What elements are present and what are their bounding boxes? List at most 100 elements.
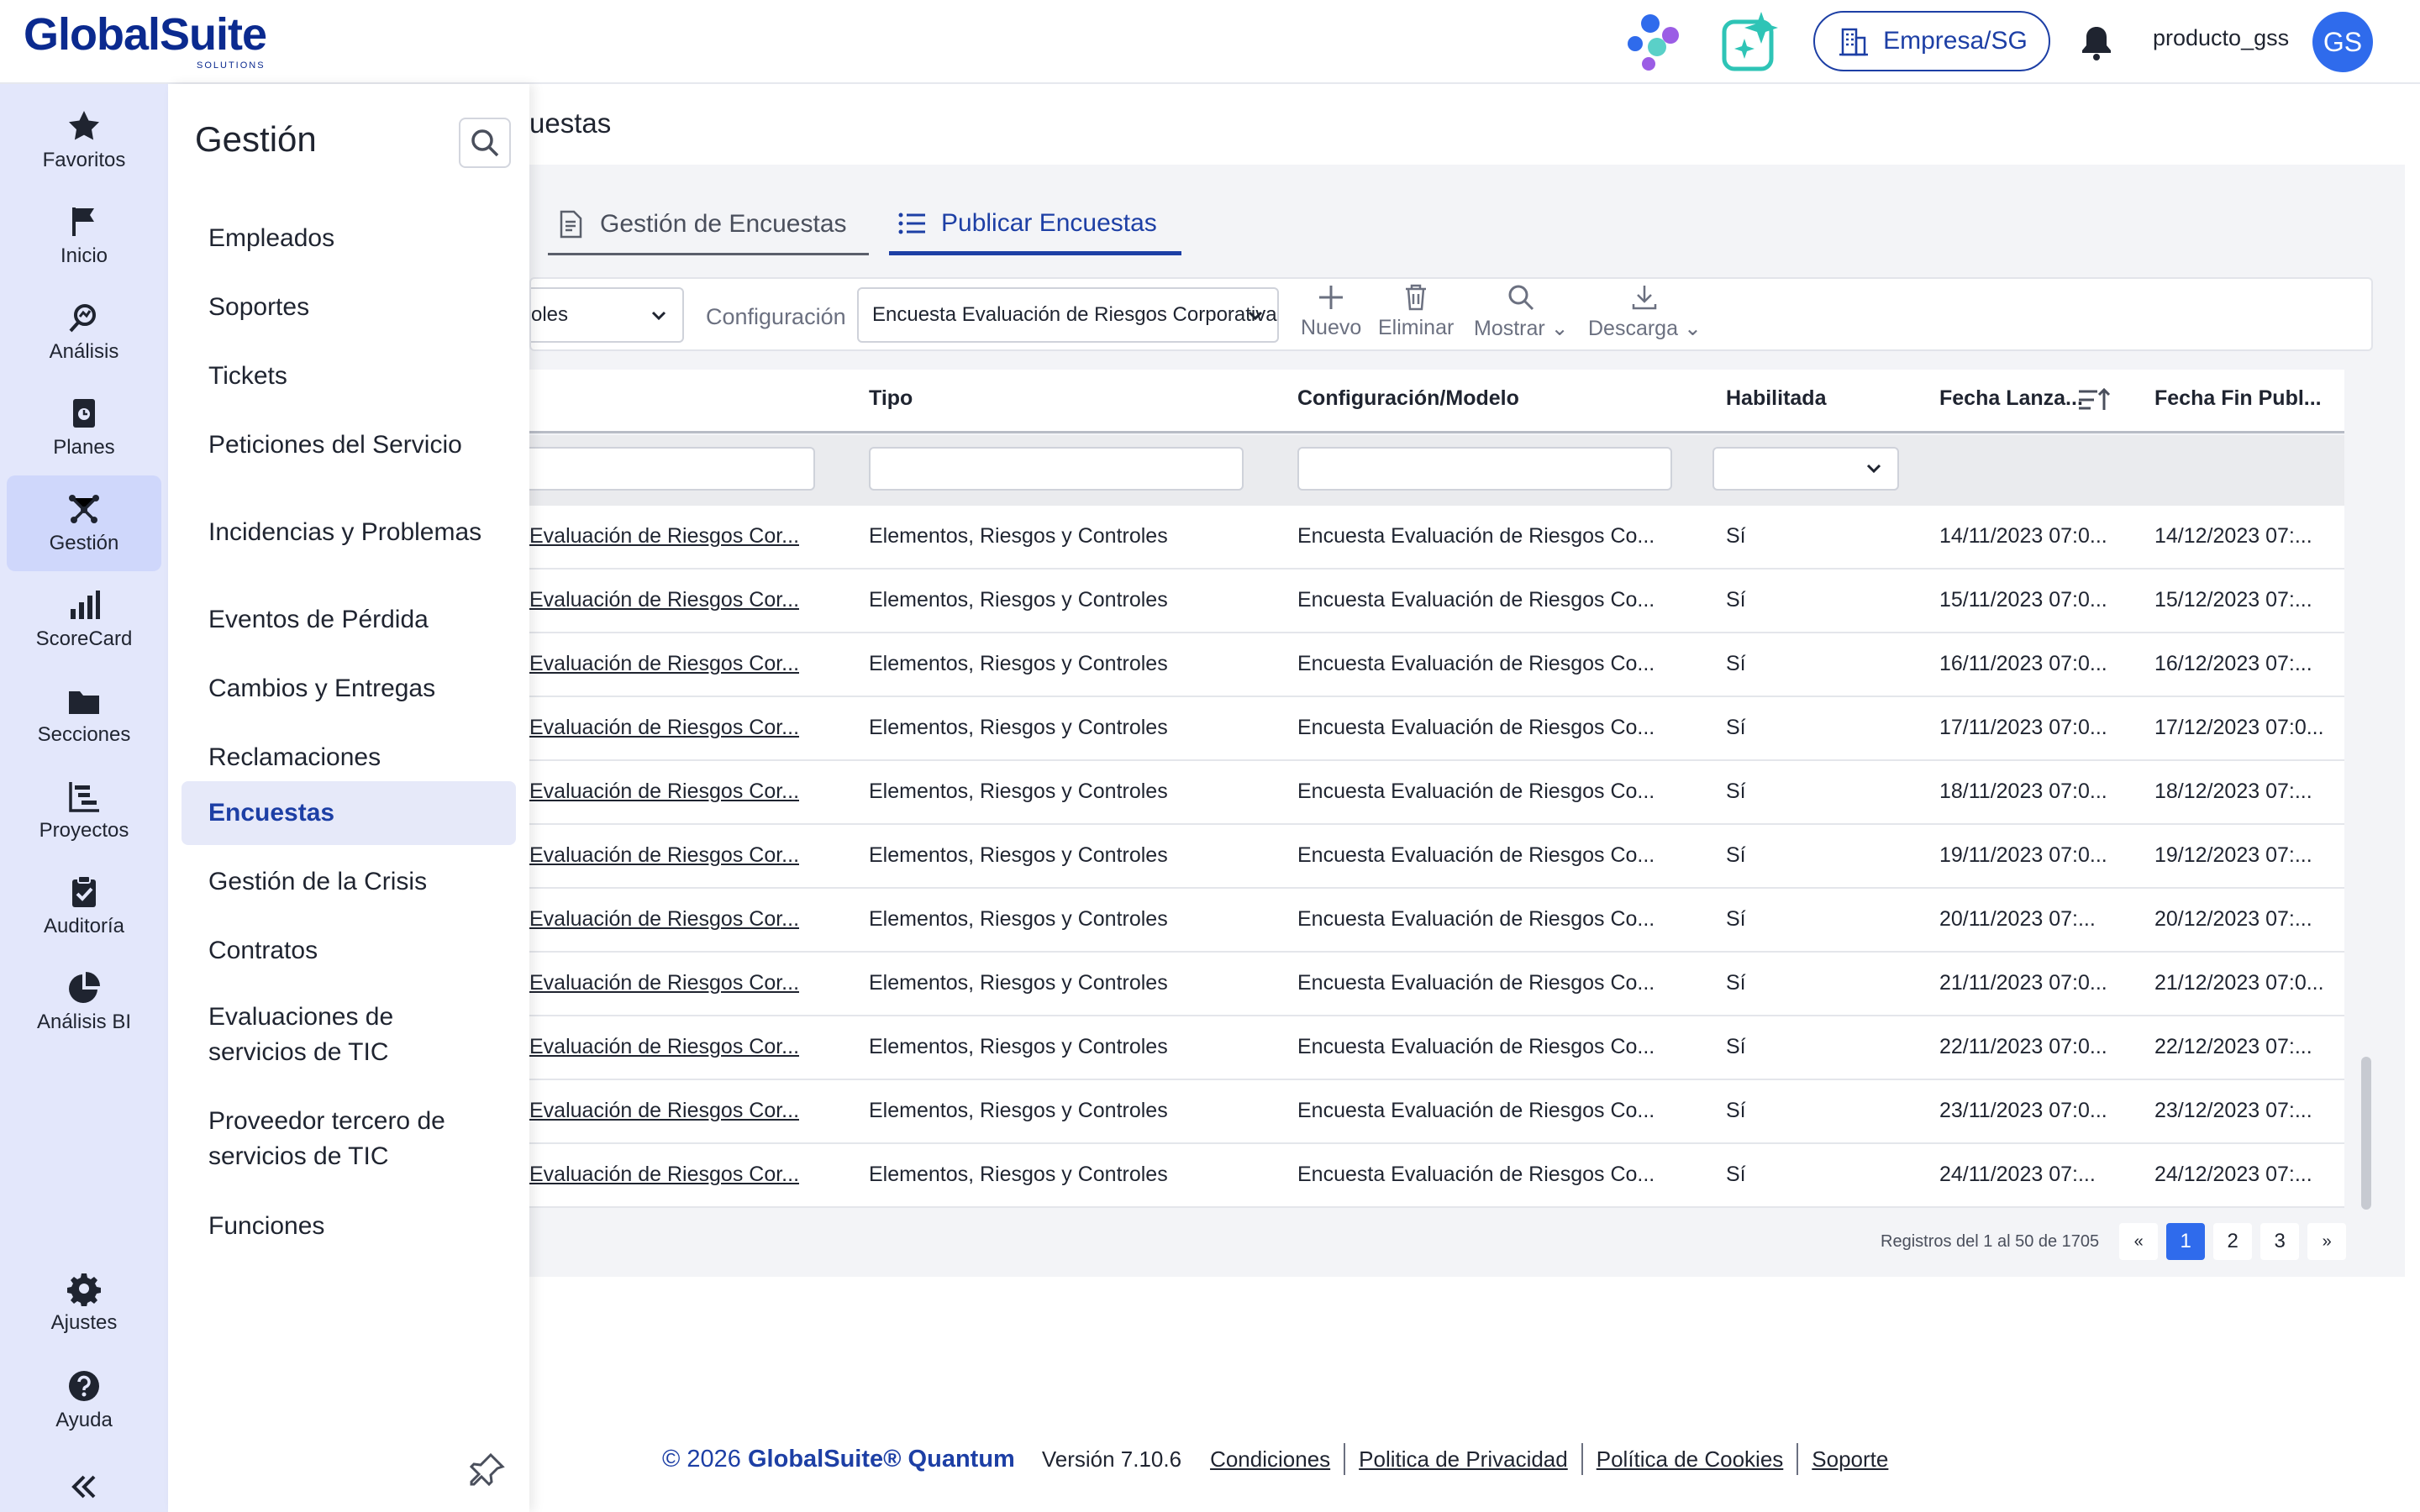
ai-assistant-icon[interactable] [1719,10,1783,74]
molecule-icon[interactable] [1623,12,1686,72]
cell-configuracion: Encuesta Evaluación de Riesgos Co... [1297,652,1655,675]
rail-item-secciones[interactable]: Secciones [7,667,161,763]
tab-gestion-encuestas[interactable]: Gestión de Encuestas [548,195,869,255]
menu-item-proveedor-tic[interactable]: Proveedor tercero de servicios de TIC [182,1089,516,1189]
cell-nombre[interactable]: Evaluación de Riesgos Cor... [529,843,799,868]
page-button-3[interactable]: 3 [2260,1223,2300,1260]
footer-link-soporte[interactable]: Soporte [1798,1446,1902,1473]
bell-icon[interactable] [2079,24,2114,60]
cell-nombre[interactable]: Evaluación de Riesgos Cor... [529,971,799,995]
table-row[interactable]: Evaluación de Riesgos Cor... Elementos, R… [529,697,2344,761]
rail-item-proyectos[interactable]: Proyectos [7,763,161,858]
menu-item-incidencias[interactable]: Incidencias y Problemas [182,482,516,583]
descarga-button[interactable]: Descarga ⌄ [1588,282,1702,349]
pagination: Registros del 1 al 50 de 1705 « 1 2 3 » [1881,1223,2347,1260]
column-header-fecha-lanzamiento[interactable]: Fecha Lanza... [1939,386,2083,411]
cell-habilitada: Sí [1726,971,1746,995]
column-header-fecha-fin[interactable]: Fecha Fin Publ... [2154,386,2322,411]
page-button-1[interactable]: 1 [2166,1223,2206,1260]
filter-input-configuracion[interactable] [1297,447,1672,491]
filter-input-tipo[interactable] [869,447,1244,491]
cell-nombre[interactable]: Evaluación de Riesgos Cor... [529,1163,799,1187]
cell-nombre[interactable]: Evaluación de Riesgos Cor... [529,1099,799,1123]
menu-item-eventos-perdida[interactable]: Eventos de Pérdida [182,588,516,652]
table-row[interactable]: Evaluación de Riesgos Cor... Elementos, R… [529,825,2344,889]
menu-item-tickets[interactable]: Tickets [182,344,516,408]
first-page-button[interactable]: « [2119,1223,2159,1260]
cell-tipo: Elementos, Riesgos y Controles [869,971,1168,995]
config-select[interactable]: Encuesta Evaluación de Riesgos Corporati… [857,287,1279,343]
rail-item-analisis[interactable]: Análisis [7,284,161,380]
filter-select-habilitada[interactable] [1712,447,1899,491]
menu-item-reclamaciones[interactable]: Reclamaciones [182,726,516,790]
pin-icon[interactable] [467,1452,506,1490]
rail-item-auditoria[interactable]: Auditoría [7,858,161,954]
cell-fecha-fin: 19/12/2023 07:... [2154,843,2312,867]
filter-input-nombre[interactable] [529,447,815,491]
panel-search-button[interactable] [459,118,511,168]
cell-nombre[interactable]: Evaluación de Riesgos Cor... [529,652,799,676]
footer-link-privacidad[interactable]: Politica de Privacidad [1345,1446,1581,1473]
menu-item-peticiones[interactable]: Peticiones del Servicio [182,413,516,477]
table-row[interactable]: Evaluación de Riesgos Cor... Elementos, R… [529,633,2344,697]
rail-item-favoritos[interactable]: Favoritos [7,92,161,188]
nuevo-button[interactable]: Nuevo [1301,282,1361,349]
icon-rail: Favoritos Inicio Análisis Planes Gestión… [0,84,168,1512]
eliminar-button[interactable]: Eliminar [1378,282,1454,349]
column-header-habilitada[interactable]: Habilitada [1726,386,1826,411]
footer-link-cookies[interactable]: Política de Cookies [1583,1446,1797,1473]
building-icon [1839,28,1869,56]
rail-item-analisis-bi[interactable]: Análisis BI [7,954,161,1050]
company-selector-button[interactable]: Empresa/SG [1813,11,2050,71]
column-header-configuracion[interactable]: Configuración/Modelo [1297,386,1519,411]
rail-item-scorecard[interactable]: ScoreCard [7,571,161,667]
footer-link-condiciones[interactable]: Condiciones [1197,1446,1344,1473]
cell-fecha-lanzamiento: 23/11/2023 07:0... [1939,1099,2107,1122]
table-row[interactable]: Evaluación de Riesgos Cor... Elementos, R… [529,1080,2344,1144]
menu-item-contratos[interactable]: Contratos [182,919,516,983]
config-label: Configuración [706,304,846,329]
table-row[interactable]: Evaluación de Riesgos Cor... Elementos, R… [529,889,2344,953]
cell-nombre[interactable]: Evaluación de Riesgos Cor... [529,1035,799,1059]
copyright: © 2026 GlobalSuite® Quantum [662,1445,1015,1473]
username[interactable]: producto_gss [2153,25,2289,51]
page-button-2[interactable]: 2 [2213,1223,2253,1260]
rail-label: Análisis BI [36,1011,132,1033]
rail-item-gestion[interactable]: Gestión [7,475,161,571]
menu-item-empleados[interactable]: Empleados [182,207,516,270]
menu-item-crisis[interactable]: Gestión de la Crisis [182,850,516,914]
mostrar-button[interactable]: Mostrar ⌄ [1474,282,1569,349]
avatar[interactable]: GS [2312,12,2373,72]
table-scrollbar[interactable] [2361,1057,2371,1210]
cell-nombre[interactable]: Evaluación de Riesgos Cor... [529,588,799,612]
globalsuite-logo[interactable]: GlobalSuite SOLUTIONS [24,8,292,71]
table-row[interactable]: Evaluación de Riesgos Cor... Elementos, R… [529,953,2344,1016]
menu-item-soportes[interactable]: Soportes [182,276,516,339]
column-header-tipo[interactable]: Tipo [869,386,913,411]
rail-item-inicio[interactable]: Inicio [7,188,161,284]
rail-item-ajustes[interactable]: Ajustes [7,1255,161,1351]
rail-item-planes[interactable]: Planes [7,380,161,475]
cell-nombre[interactable]: Evaluación de Riesgos Cor... [529,780,799,804]
collapse-sidebar-icon[interactable] [66,1468,103,1505]
filter-select[interactable]: oles [531,287,684,343]
menu-item-cambios[interactable]: Cambios y Entregas [182,657,516,721]
cell-nombre[interactable]: Evaluación de Riesgos Cor... [529,716,799,740]
sort-ascending-icon[interactable] [2077,385,2111,415]
rail-item-ayuda[interactable]: Ayuda [7,1352,161,1448]
rail-label: Auditoría [43,915,125,937]
menu-item-funciones[interactable]: Funciones [182,1193,516,1260]
cell-habilitada: Sí [1726,780,1746,803]
table-row[interactable]: Evaluación de Riesgos Cor... Elementos, R… [529,1016,2344,1080]
menu-item-evaluaciones-tic[interactable]: Evaluaciones de servicios de TIC [182,984,516,1085]
cell-nombre[interactable]: Evaluación de Riesgos Cor... [529,907,799,932]
table-row[interactable]: Evaluación de Riesgos Cor... Elementos, R… [529,570,2344,633]
menu-item-encuestas[interactable]: Encuestas [182,781,516,845]
table-row[interactable]: Evaluación de Riesgos Cor... Elementos, R… [529,761,2344,825]
cell-habilitada: Sí [1726,1099,1746,1122]
tab-publicar-encuestas[interactable]: Publicar Encuestas [889,195,1181,255]
cell-nombre[interactable]: Evaluación de Riesgos Cor... [529,524,799,549]
last-page-button[interactable]: » [2307,1223,2347,1260]
table-row[interactable]: Evaluación de Riesgos Cor... Elementos, R… [529,506,2344,570]
table-row[interactable]: Evaluación de Riesgos Cor... Elementos, R… [529,1144,2344,1208]
